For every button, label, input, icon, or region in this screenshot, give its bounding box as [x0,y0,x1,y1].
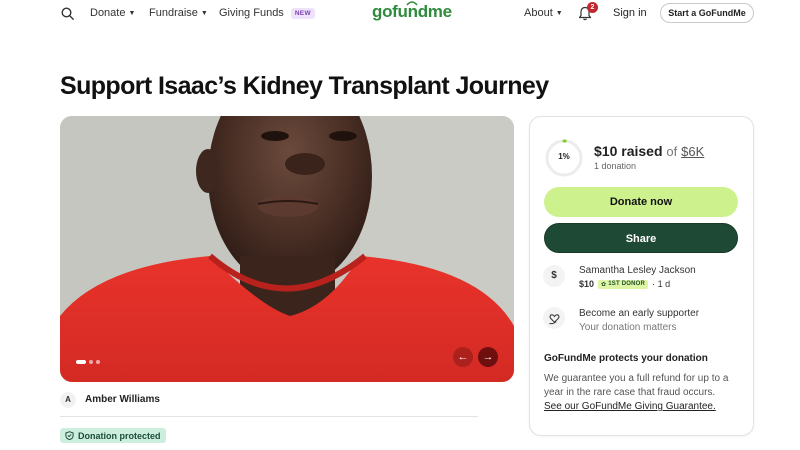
share-button[interactable]: Share [544,223,738,253]
donation-protected-label: Donation protected [78,430,161,441]
donor-name: Samantha Lesley Jackson [579,265,696,276]
first-donor-badge: ✿ 1ST DONOR [598,279,649,289]
carousel-prev-button[interactable]: ← [453,347,473,367]
nav-donate-label: Donate [90,7,126,19]
donation-count: 1 donation [594,161,637,171]
raised-amount: $10 raised [594,143,663,159]
caret-down-icon: ▼ [555,9,563,17]
campaign-photo-image [60,116,514,382]
donor-meta: $10 ✿ 1ST DONOR · 1 d [579,279,670,289]
new-badge: NEW [290,7,315,19]
early-supporter-title: Become an early supporter [579,308,700,319]
carousel-dot-active[interactable] [76,360,86,364]
arrow-left-icon: ← [457,351,469,363]
caret-down-icon: ▼ [200,9,208,17]
nav-fundraise-label: Fundraise [149,7,198,19]
donor-amount: $10 [579,279,595,289]
notification-badge: 2 [587,2,598,13]
arrow-right-icon: → [482,351,494,363]
goal-amount[interactable]: $6K [681,144,704,159]
early-supporter-subtitle: Your donation matters [579,322,677,333]
campaign-photo [60,116,514,382]
page-title: Support Isaac’s Kidney Transplant Journe… [60,72,549,100]
divider [60,416,478,417]
giving-guarantee-link[interactable]: See our GoFundMe Giving Guarantee. [544,401,716,412]
caret-down-icon: ▼ [128,9,136,17]
organizer-name[interactable]: Amber Williams [85,394,160,405]
heart-icon [548,313,559,324]
nav-donate[interactable]: Donate ▼ [90,7,135,19]
nav-about[interactable]: About ▼ [524,7,563,19]
nav-giving-funds[interactable]: Giving Funds NEW [219,7,315,19]
heart-hand-icon [543,307,565,329]
site-header: Donate ▼ Fundraise ▼ Giving Funds NEW go… [0,0,800,28]
donor-time: · 1 d [652,279,671,289]
amount-raised: $10 raised of $6K [594,143,704,159]
raised-of: of [666,144,678,159]
nav-giving-funds-label: Giving Funds [219,7,284,19]
first-donor-label: 1ST DONOR [608,281,646,287]
carousel-next-button[interactable]: → [478,347,498,367]
logo-sprout-icon [406,1,418,6]
nav-about-label: About [524,7,553,19]
donation-protected-badge[interactable]: Donation protected [60,428,166,443]
protection-text: We guarantee you a full refund for up to… [544,373,729,398]
sprout-icon: ✿ [601,281,607,288]
shield-icon [65,431,74,440]
protection-title: GoFundMe protects your donation [544,353,708,364]
carousel-dots[interactable] [76,360,100,364]
carousel-dot[interactable] [96,360,100,364]
search-icon[interactable] [61,7,74,20]
progress-percent: 1% [558,152,570,161]
donate-now-button[interactable]: Donate now [544,187,738,217]
start-gofundme-button[interactable]: Start a GoFundMe [660,3,754,23]
carousel-dot[interactable] [89,360,93,364]
donor-icon: $ [543,265,565,287]
organizer-avatar[interactable]: A [60,392,76,408]
nav-fundraise[interactable]: Fundraise ▼ [149,7,208,19]
sign-in-link[interactable]: Sign in [613,7,647,19]
